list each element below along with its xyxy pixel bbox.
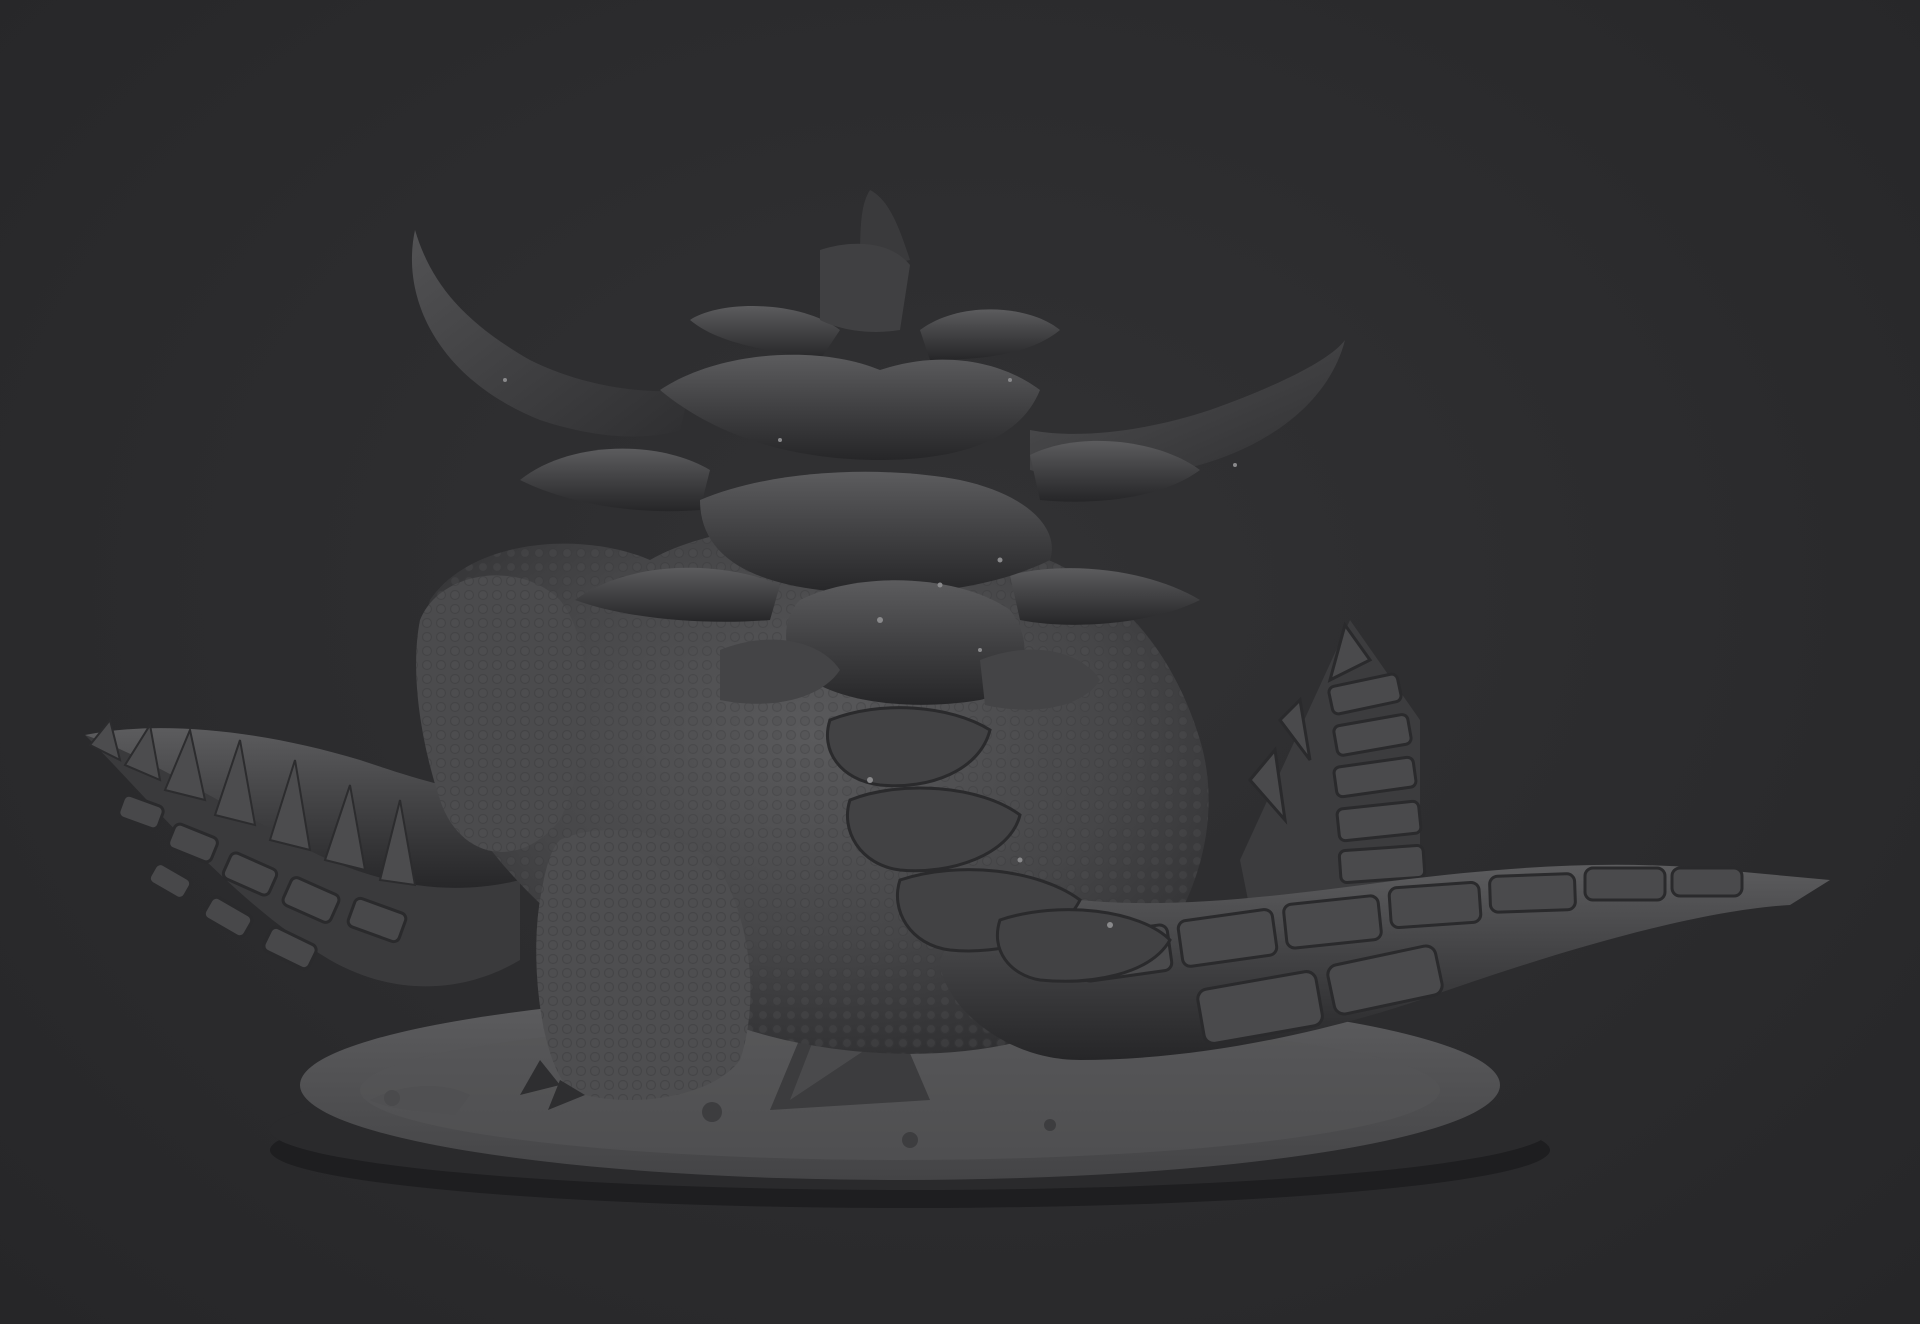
sculpt-viewport[interactable] — [0, 0, 1920, 1324]
creature-render — [85, 190, 1830, 1208]
